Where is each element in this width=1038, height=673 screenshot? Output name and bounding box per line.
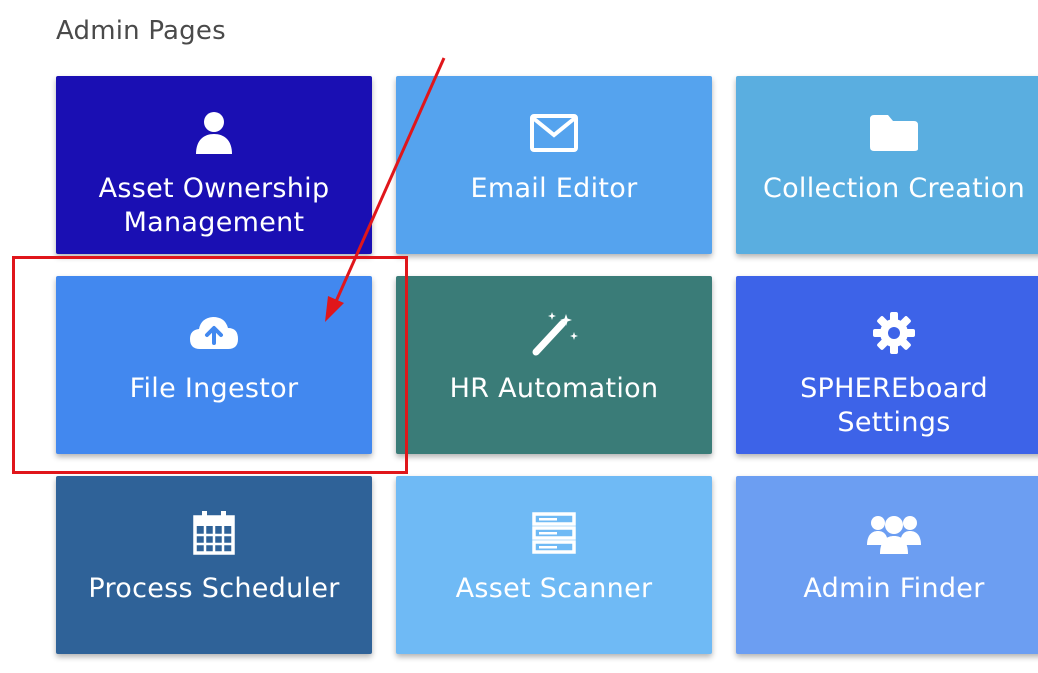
magic-wand-icon <box>530 310 578 356</box>
folder-icon <box>868 110 920 156</box>
tile-label: Process Scheduler <box>88 573 340 604</box>
server-icon <box>531 510 577 556</box>
envelope-icon <box>529 110 579 156</box>
tile-sphereboard-settings[interactable]: SPHEREboard Settings <box>736 276 1038 454</box>
tile-label: HR Automation <box>449 373 659 404</box>
user-icon <box>194 110 234 156</box>
calendar-icon <box>192 510 236 556</box>
tile-admin-finder[interactable]: Admin Finder <box>736 476 1038 654</box>
tile-hr-automation[interactable]: HR Automation <box>396 276 712 454</box>
tile-label: Admin Finder <box>803 573 985 604</box>
cloud-upload-icon <box>188 310 240 356</box>
tile-collection-creation[interactable]: Collection Creation <box>736 76 1038 254</box>
tile-process-scheduler[interactable]: Process Scheduler <box>56 476 372 654</box>
gear-icon <box>872 310 916 356</box>
tile-label: Asset Ownership Management <box>98 173 330 238</box>
tile-email-editor[interactable]: Email Editor <box>396 76 712 254</box>
tile-label: SPHEREboard Settings <box>800 373 988 438</box>
tile-label: File Ingestor <box>129 373 299 404</box>
page-title: Admin Pages <box>56 16 226 46</box>
tile-asset-ownership-management[interactable]: Asset Ownership Management <box>56 76 372 254</box>
tile-label: Asset Scanner <box>455 573 653 604</box>
tile-label: Email Editor <box>470 173 638 204</box>
users-icon <box>866 510 922 556</box>
tile-asset-scanner[interactable]: Asset Scanner <box>396 476 712 654</box>
tile-file-ingestor[interactable]: File Ingestor <box>56 276 372 454</box>
tile-label: Collection Creation <box>762 173 1026 204</box>
